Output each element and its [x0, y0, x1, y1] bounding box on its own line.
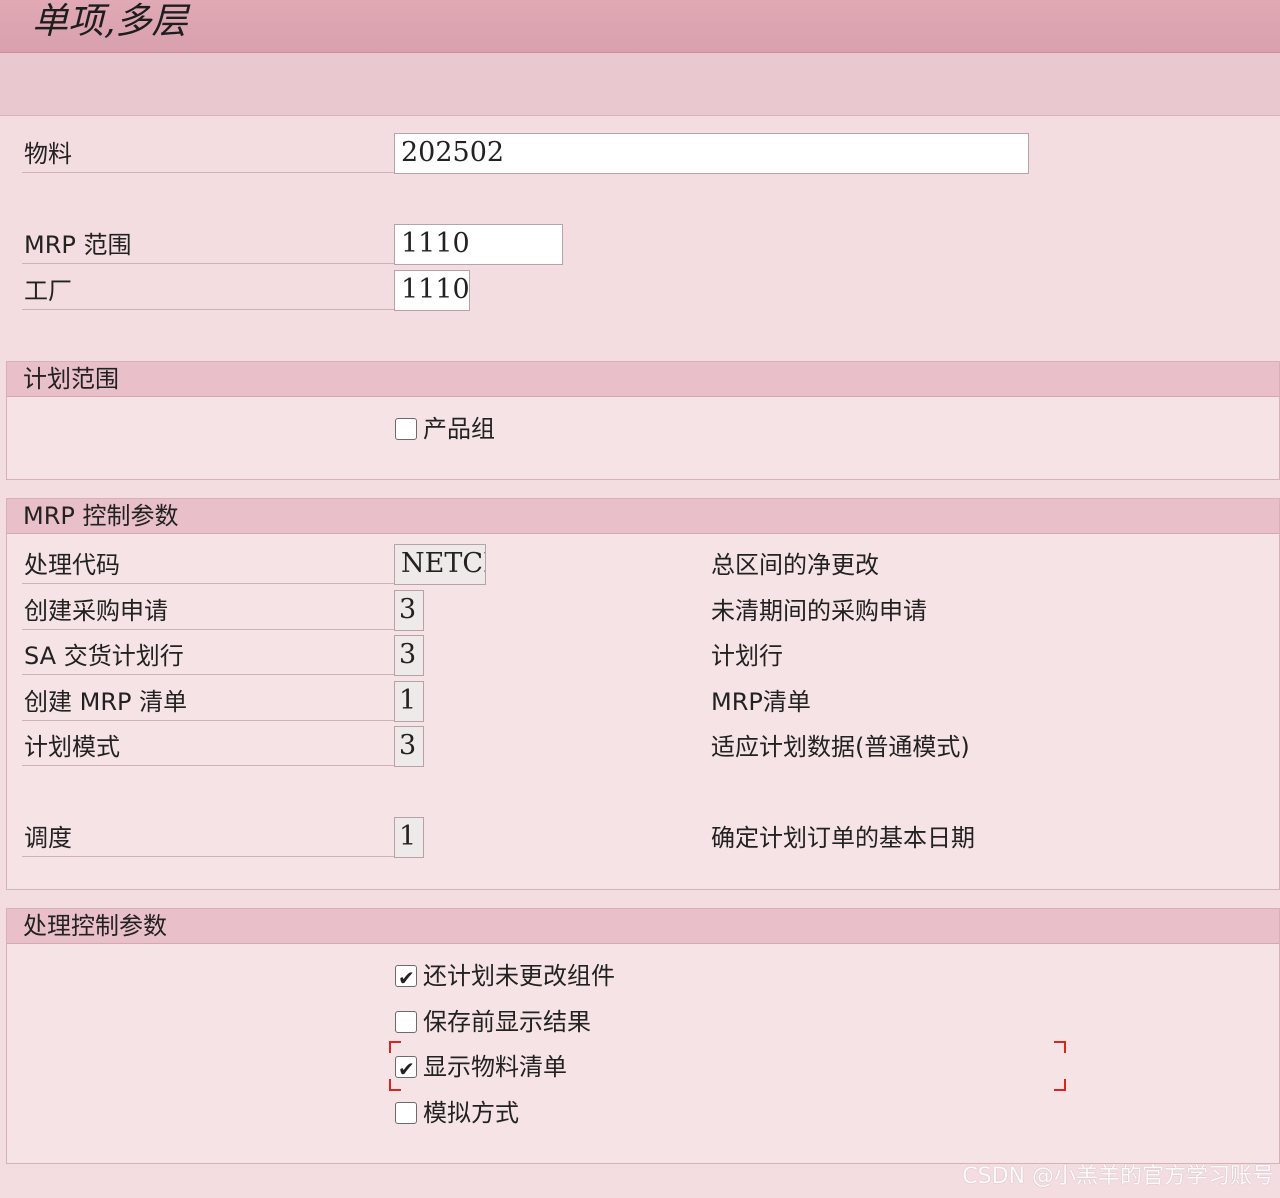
- title-bar: 单项,多层: [0, 0, 1280, 53]
- simulation-mode-label: 模拟方式: [423, 1099, 519, 1127]
- focus-corner-top-right: [1054, 1041, 1066, 1053]
- material-input[interactable]: 202502: [394, 133, 1029, 174]
- mrp-area-label: MRP 范围: [22, 229, 396, 264]
- create-pur-req-label: 创建采购申请: [22, 595, 396, 630]
- checkbox-checked-icon: [395, 1054, 417, 1084]
- create-mrp-list-desc: MRP清单: [711, 688, 811, 716]
- display-results-checkbox[interactable]: 保存前显示结果: [395, 1007, 591, 1037]
- simulation-mode-checkbox[interactable]: 模拟方式: [395, 1098, 519, 1128]
- planning-scope-title: 计划范围: [7, 362, 1279, 397]
- mrp-area-input[interactable]: 1110: [394, 224, 563, 265]
- create-pur-req-input[interactable]: 3: [394, 590, 424, 631]
- process-control-title: 处理控制参数: [7, 909, 1279, 944]
- sa-delivery-input[interactable]: 3: [394, 635, 424, 676]
- page-title: 单项,多层: [32, 1, 188, 42]
- sa-delivery-desc: 计划行: [711, 642, 783, 670]
- display-bom-checkbox[interactable]: 显示物料清单: [395, 1052, 567, 1084]
- checkbox-icon: [395, 1102, 417, 1124]
- focus-corner-bottom-right: [1054, 1079, 1066, 1091]
- replan-unchanged-label: 还计划未更改组件: [423, 962, 615, 990]
- scheduling-input[interactable]: 1: [394, 817, 424, 858]
- material-label: 物料: [22, 138, 396, 173]
- process-control-group: 处理控制参数: [6, 908, 1280, 1164]
- plant-label: 工厂: [22, 275, 396, 310]
- planning-mode-desc: 适应计划数据(普通模式): [711, 733, 970, 761]
- processing-key-input[interactable]: NETCH: [394, 544, 486, 585]
- scheduling-label: 调度: [22, 822, 396, 857]
- watermark: CSDN @小羔羊的官方学习账号: [962, 1164, 1274, 1189]
- checkbox-checked-icon: [395, 963, 417, 993]
- processing-key-label: 处理代码: [22, 549, 396, 584]
- create-mrp-list-label: 创建 MRP 清单: [22, 686, 396, 721]
- replan-unchanged-checkbox[interactable]: 还计划未更改组件: [395, 961, 615, 993]
- create-mrp-list-input[interactable]: 1: [394, 681, 424, 722]
- planning-scope-group: 计划范围: [6, 361, 1280, 480]
- planning-mode-input[interactable]: 3: [394, 726, 424, 767]
- plant-input[interactable]: 1110: [394, 270, 470, 311]
- processing-key-desc: 总区间的净更改: [711, 551, 879, 579]
- checkbox-icon: [395, 418, 417, 440]
- focus-corner-top-left: [389, 1041, 401, 1053]
- application-toolbar: [0, 53, 1280, 116]
- product-group-label: 产品组: [423, 415, 495, 443]
- product-group-checkbox[interactable]: 产品组: [395, 414, 495, 444]
- display-results-label: 保存前显示结果: [423, 1008, 591, 1036]
- focus-corner-bottom-left: [389, 1079, 401, 1091]
- mrp-control-title: MRP 控制参数: [7, 499, 1279, 534]
- sa-delivery-label: SA 交货计划行: [22, 640, 396, 675]
- display-bom-label: 显示物料清单: [423, 1053, 567, 1081]
- checkbox-icon: [395, 1011, 417, 1033]
- create-pur-req-desc: 未清期间的采购申请: [711, 597, 927, 625]
- scheduling-desc: 确定计划订单的基本日期: [711, 824, 975, 852]
- planning-mode-label: 计划模式: [22, 731, 396, 766]
